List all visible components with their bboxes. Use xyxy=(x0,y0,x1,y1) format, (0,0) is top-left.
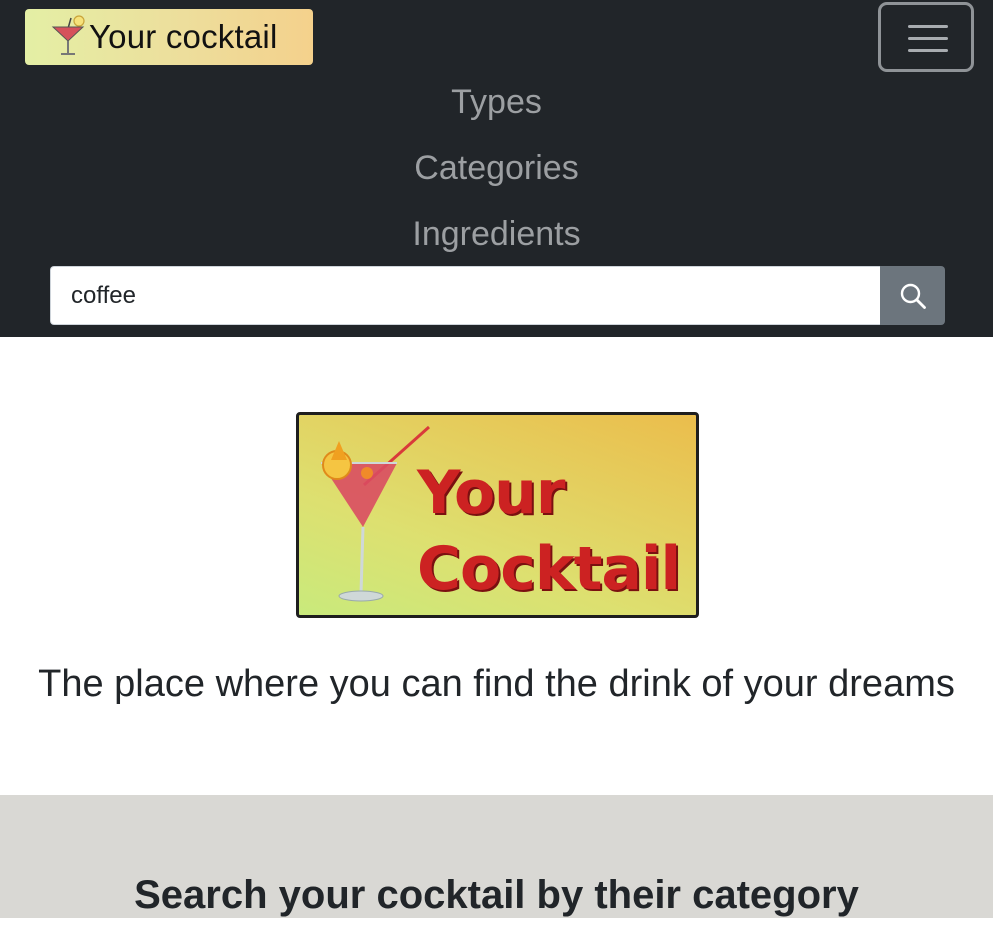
menu-toggle-button[interactable] xyxy=(878,2,974,72)
nav-link-ingredients[interactable]: Ingredients xyxy=(0,214,993,254)
category-section: Search your cocktail by their category xyxy=(0,795,993,918)
search-button[interactable] xyxy=(880,266,945,325)
search-input[interactable] xyxy=(50,266,880,325)
hero-logo: Your Cocktail xyxy=(296,412,699,618)
magnifier-icon xyxy=(900,283,926,309)
hero-tagline: The place where you can find the drink o… xyxy=(38,663,955,705)
top-navbar: Your cocktail Types Categories Ingredien… xyxy=(0,0,993,337)
search-form xyxy=(50,266,945,325)
category-section-title: Search your cocktail by their category xyxy=(134,873,859,917)
logo-text-line2: Cocktail xyxy=(417,534,681,604)
logo-text-line1: Your xyxy=(417,458,565,528)
nav-link-categories[interactable]: Categories xyxy=(0,148,993,188)
cocktail-glass-icon xyxy=(51,15,85,55)
brand-link[interactable]: Your cocktail xyxy=(25,9,313,65)
brand-label: Your cocktail xyxy=(89,18,278,55)
nav-link-types[interactable]: Types xyxy=(0,82,993,122)
